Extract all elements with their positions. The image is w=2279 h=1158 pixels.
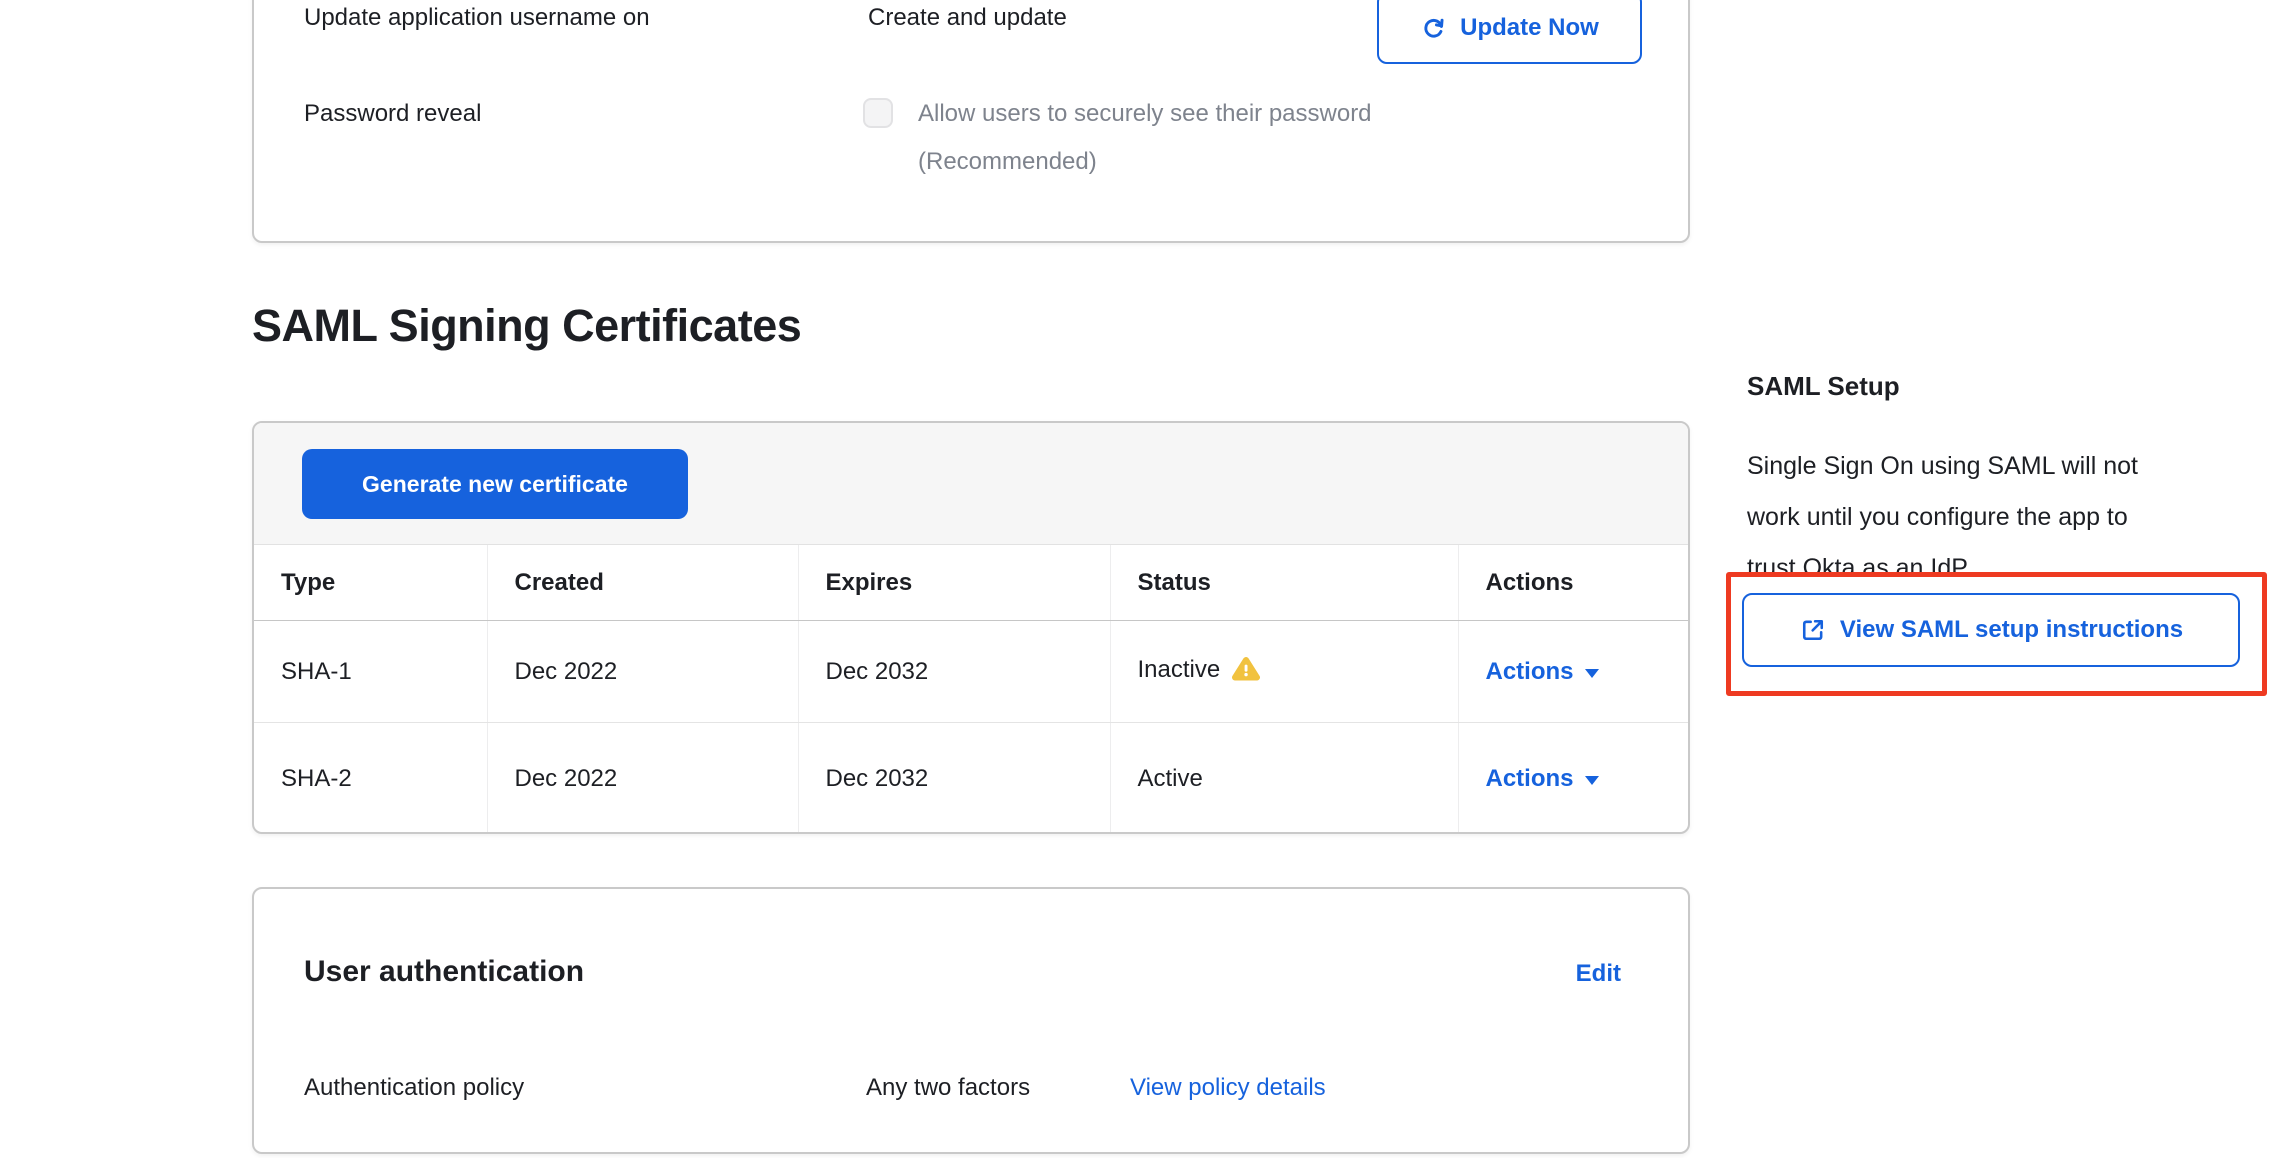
user-authentication-title: User authentication [304,955,584,989]
password-reveal-label: Password reveal [304,99,481,128]
page-title: SAML Signing Certificates [252,299,801,353]
authentication-policy-label: Authentication policy [304,1073,524,1102]
caret-down-icon [1585,776,1599,785]
caret-down-icon [1585,669,1599,678]
generate-certificate-button[interactable]: Generate new certificate [302,449,688,519]
update-now-button[interactable]: Update Now [1377,0,1642,64]
column-header-created: Created [487,545,798,621]
password-reveal-option-text: Allow users to securely see their passwo… [918,99,1372,128]
saml-setup-description-line: Single Sign On using SAML will not [1747,441,2138,492]
cert-status-cell: Inactive [1110,621,1458,723]
table-row: SHA-2 Dec 2022 Dec 2032 Active Actions [254,723,1688,835]
status-badge: Active [1138,765,1203,792]
cert-status-cell: Active [1110,723,1458,835]
cert-actions-cell: Actions [1458,621,1688,723]
cert-expires: Dec 2032 [798,621,1110,723]
actions-menu-button[interactable]: Actions [1486,765,1599,793]
table-row: SHA-1 Dec 2022 Dec 2032 Inactive Actions [254,621,1688,723]
update-now-label: Update Now [1460,14,1599,42]
refresh-icon [1420,15,1447,42]
cert-created: Dec 2022 [487,621,798,723]
status-badge: Inactive [1138,656,1221,683]
cert-expires: Dec 2032 [798,723,1110,835]
edit-link[interactable]: Edit [1576,960,1621,988]
view-policy-details-link[interactable]: View policy details [1130,1073,1326,1102]
page: Update application username on Create an… [0,0,2279,1158]
certificates-table: Type Created Expires Status Actions SHA-… [254,545,1688,834]
view-saml-setup-instructions-label: View SAML setup instructions [1840,616,2183,644]
authentication-policy-value: Any two factors [866,1073,1030,1102]
saml-setup-description-line: work until you configure the app to [1747,492,2138,543]
cert-type: SHA-2 [254,723,487,835]
username-setting-value: Create and update [868,3,1067,32]
cert-type: SHA-1 [254,621,487,723]
actions-menu-button[interactable]: Actions [1486,658,1599,686]
column-header-status: Status [1110,545,1458,621]
red-highlight-annotation: View SAML setup instructions [1726,572,2267,696]
column-header-type: Type [254,545,487,621]
cert-created: Dec 2022 [487,723,798,835]
password-reveal-checkbox[interactable] [863,98,893,128]
actions-menu-label: Actions [1486,658,1574,686]
column-header-actions: Actions [1458,545,1688,621]
user-authentication-card: User authentication Edit Authentication … [252,887,1690,1154]
external-link-icon [1799,616,1827,644]
table-header-row: Type Created Expires Status Actions [254,545,1688,621]
saml-certificates-card: Generate new certificate Type Created Ex… [252,421,1690,834]
password-reveal-option-note: (Recommended) [918,147,1097,176]
saml-setup-title: SAML Setup [1747,371,1900,402]
warning-icon [1232,660,1260,687]
actions-menu-label: Actions [1486,765,1574,793]
username-setting-label: Update application username on [304,3,650,32]
view-saml-setup-instructions-button[interactable]: View SAML setup instructions [1742,593,2240,667]
sign-on-settings-card: Update application username on Create an… [252,0,1690,243]
column-header-expires: Expires [798,545,1110,621]
cert-actions-cell: Actions [1458,723,1688,835]
